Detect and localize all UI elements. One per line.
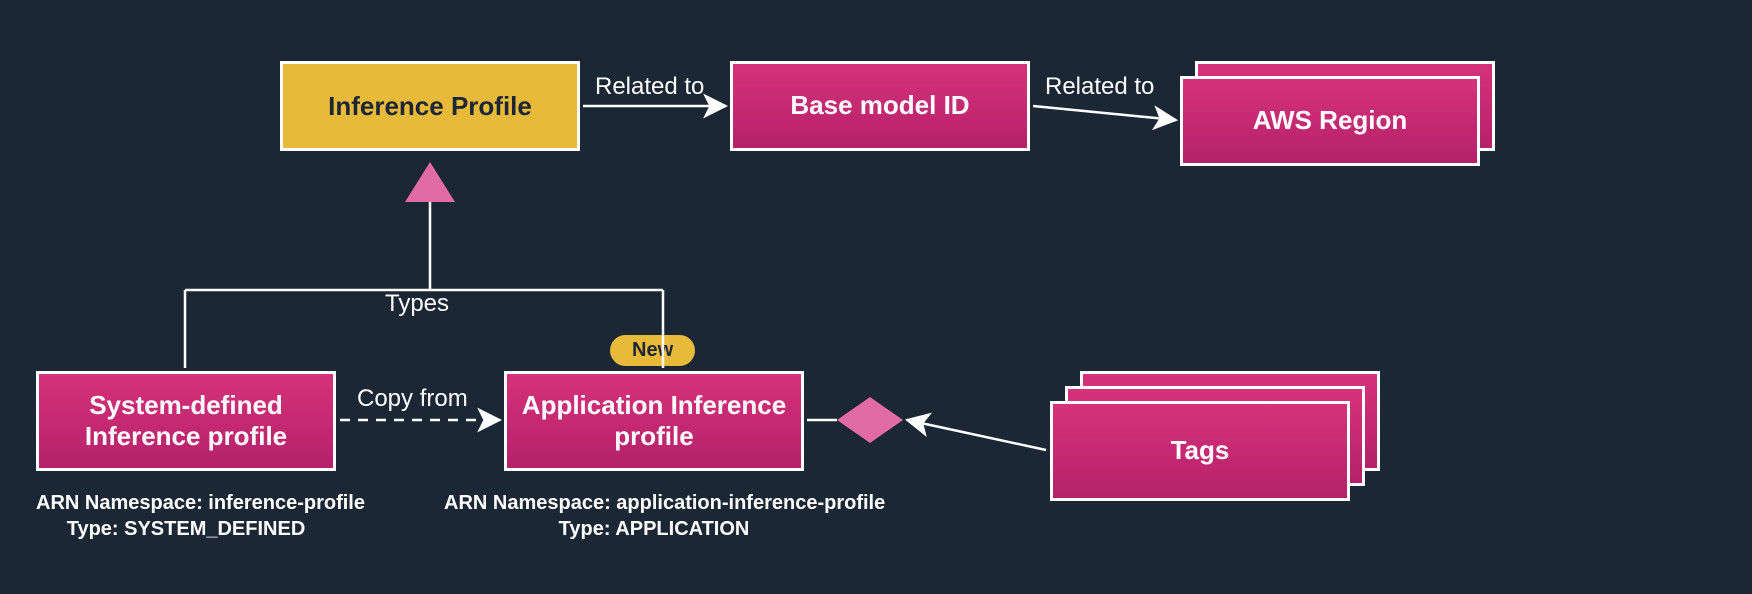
edge-basemodel-to-region bbox=[1033, 106, 1176, 120]
node-base-model-id: Base model ID bbox=[730, 61, 1030, 151]
node-label: Tags bbox=[1171, 435, 1230, 466]
badge-new: New bbox=[610, 335, 695, 366]
node-aws-region: AWS Region bbox=[1180, 76, 1480, 166]
edge-label-types: Types bbox=[385, 290, 449, 318]
edge-label-copy-from: Copy from bbox=[357, 385, 468, 413]
node-label: Base model ID bbox=[790, 90, 969, 121]
node-inference-profile: Inference Profile bbox=[280, 61, 580, 151]
aggregation-diamond-icon bbox=[837, 397, 903, 443]
node-label: Application Inference profile bbox=[522, 390, 786, 452]
node-label: Inference Profile bbox=[328, 91, 532, 122]
edge-tags-to-app bbox=[907, 420, 1046, 450]
diagram-stage: Inference Profile Base model ID AWS Regi… bbox=[0, 0, 1752, 594]
node-label: AWS Region bbox=[1253, 105, 1408, 136]
meta-line: Type: APPLICATION bbox=[444, 516, 864, 542]
generalization-triangle-icon bbox=[405, 162, 455, 202]
node-system-defined: System-defined Inference profile bbox=[36, 371, 336, 471]
node-tags: Tags bbox=[1050, 401, 1350, 501]
meta-application: ARN Namespace: application-inference-pro… bbox=[444, 490, 864, 542]
node-application-inference: Application Inference profile bbox=[504, 371, 804, 471]
meta-system-defined: ARN Namespace: inference-profile Type: S… bbox=[36, 490, 336, 542]
meta-line: ARN Namespace: application-inference-pro… bbox=[444, 490, 864, 516]
node-label: System-defined Inference profile bbox=[85, 390, 287, 452]
edge-label-related-to-1: Related to bbox=[595, 73, 704, 101]
meta-line: ARN Namespace: inference-profile bbox=[36, 490, 336, 516]
edge-label-related-to-2: Related to bbox=[1045, 73, 1154, 101]
meta-line: Type: SYSTEM_DEFINED bbox=[36, 516, 336, 542]
badge-label: New bbox=[632, 339, 673, 361]
